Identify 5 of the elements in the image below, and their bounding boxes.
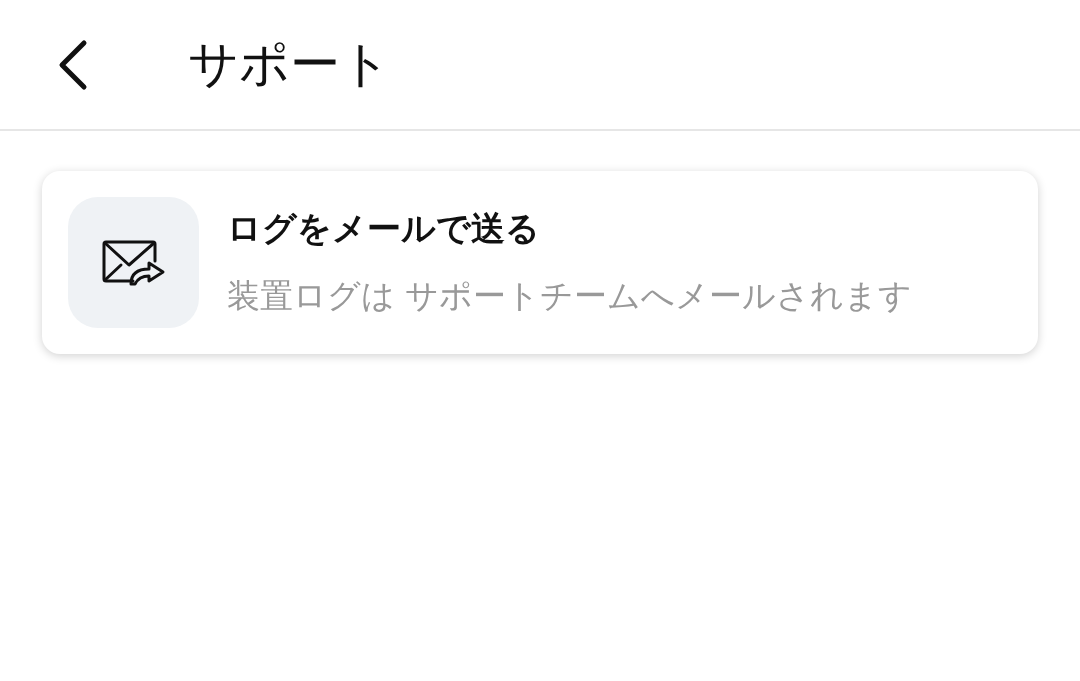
- item-description: 装置ログは サポートチームへメールされます: [227, 275, 913, 317]
- send-logs-card[interactable]: ログをメールで送る 装置ログは サポートチームへメールされます: [42, 171, 1038, 354]
- page-title: サポート: [188, 34, 391, 95]
- mail-forward-icon: [100, 238, 167, 287]
- item-title: ログをメールで送る: [227, 207, 541, 250]
